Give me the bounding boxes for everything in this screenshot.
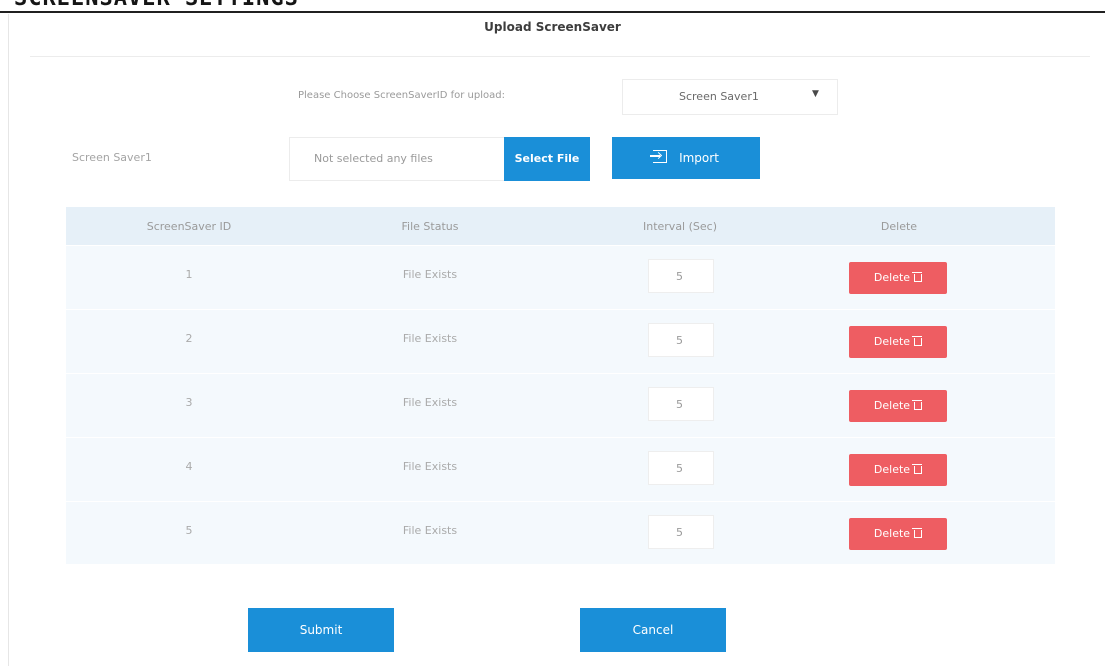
column-header-delete: Delete [880,220,918,233]
title-divider [30,56,1090,57]
delete-button-label: Delete [873,527,911,540]
row-id: 2 [185,332,193,345]
row-status: File Exists [402,524,458,537]
file-name-field[interactable]: Not selected any files [289,137,505,181]
choose-id-label: Please Choose ScreenSaverID for upload: [298,90,505,101]
row-id: 4 [185,460,193,473]
row-id: 5 [185,524,193,537]
table-row: 1 File Exists Delete [66,245,1055,309]
delete-button[interactable]: Delete [849,454,947,486]
delete-button-label: Delete [873,271,911,284]
header-rule [0,11,1105,13]
caret-down-icon: ▼ [812,89,819,99]
delete-button[interactable]: Delete [849,326,947,358]
row-status: File Exists [402,460,458,473]
table-row: 5 File Exists Delete [66,501,1055,565]
select-file-button[interactable]: Select File [504,137,590,181]
trash-icon [912,528,923,538]
file-placeholder: Not selected any files [314,152,433,165]
interval-input[interactable] [648,323,714,357]
delete-button-label: Delete [873,399,911,412]
import-button[interactable]: Import [612,137,760,179]
row-id: 1 [185,268,193,281]
row-id: 3 [185,396,193,409]
column-header-id: ScreenSaver ID [146,220,232,233]
table-row: 4 File Exists Delete [66,437,1055,501]
delete-button-label: Delete [873,335,911,348]
row-status: File Exists [402,268,458,281]
import-button-label: Import [679,151,719,165]
screensaver-row-label: Screen Saver1 [72,151,152,164]
delete-button[interactable]: Delete [849,518,947,550]
delete-button-label: Delete [873,463,911,476]
column-header-status: File Status [401,220,459,233]
row-status: File Exists [402,396,458,409]
trash-icon [912,464,923,474]
row-status: File Exists [402,332,458,345]
trash-icon [912,400,923,410]
panel-title: Upload ScreenSaver [484,20,621,34]
delete-button[interactable]: Delete [849,262,947,294]
submit-button[interactable]: Submit [248,608,394,652]
interval-input[interactable] [648,259,714,293]
screensaver-table: ScreenSaver ID File Status Interval (Sec… [66,207,1055,564]
cropped-header-text: SCREENSAVER SETTINGS [14,0,299,11]
interval-input[interactable] [648,451,714,485]
top-header-strip: SCREENSAVER SETTINGS [0,0,1105,14]
interval-input[interactable] [648,515,714,549]
cancel-button[interactable]: Cancel [580,608,726,652]
table-row: 3 File Exists Delete [66,373,1055,437]
trash-icon [912,336,923,346]
table-header-row: ScreenSaver ID File Status Interval (Sec… [66,207,1055,245]
import-icon [650,150,668,163]
trash-icon [912,272,923,282]
screensaver-id-selected-value: Screen Saver1 [679,90,759,103]
column-header-interval: Interval (Sec) [642,220,718,233]
delete-button[interactable]: Delete [849,390,947,422]
screensaver-id-select[interactable]: Screen Saver1 ▼ [622,79,838,115]
table-row: 2 File Exists Delete [66,309,1055,373]
panel-left-border [8,14,9,666]
interval-input[interactable] [648,387,714,421]
